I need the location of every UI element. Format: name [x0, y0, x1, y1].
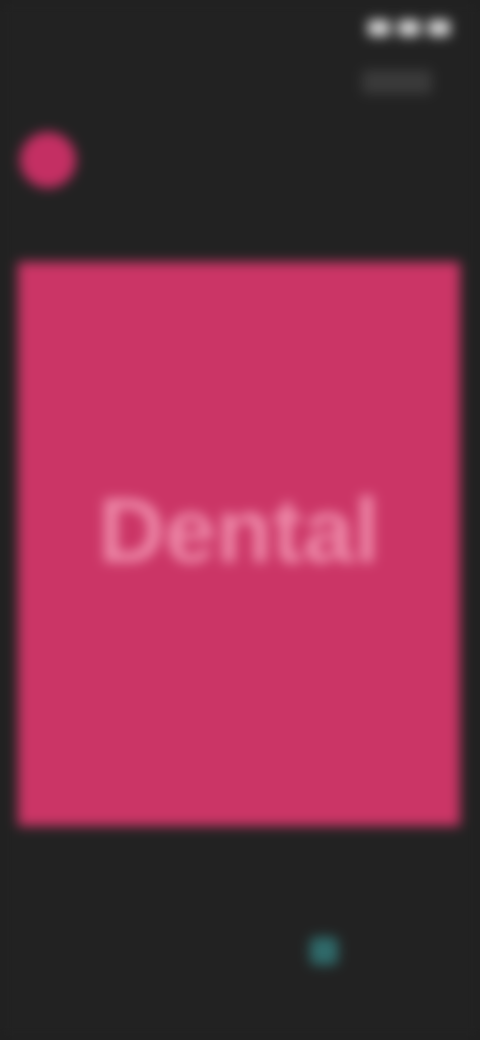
wifi-icon [398, 20, 420, 36]
header [0, 120, 480, 200]
post-image[interactable]: Dental [18, 262, 460, 826]
screen: Dental [0, 0, 480, 1040]
bottom-bar [0, 920, 480, 990]
avatar[interactable] [20, 132, 76, 188]
bottom-item-share[interactable] [310, 937, 338, 973]
battery-icon [428, 20, 450, 36]
share-icon [310, 937, 338, 965]
signal-icon [368, 20, 390, 36]
post-title: Dental [98, 479, 380, 582]
status-bar [0, 0, 480, 94]
status-sub-bar [362, 70, 432, 94]
status-icons [368, 20, 450, 36]
